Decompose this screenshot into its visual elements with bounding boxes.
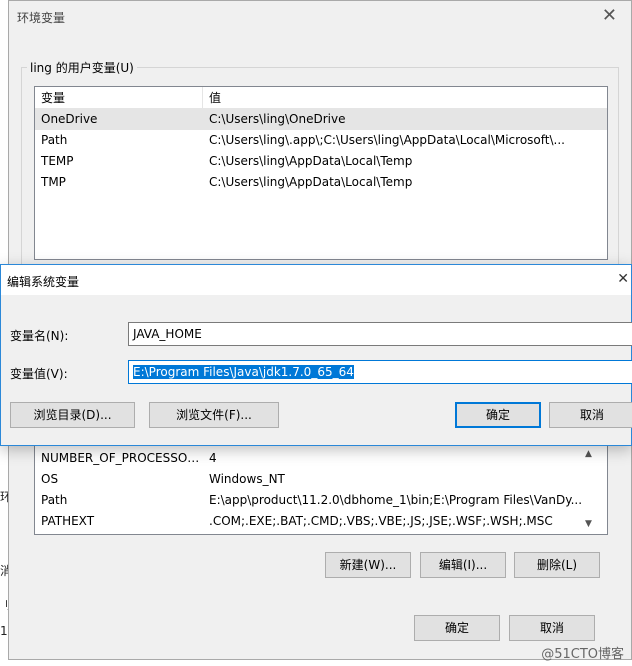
variable-name: NUMBER_OF_PROCESSORS — [41, 451, 203, 465]
variable-value: C:\Users\ling\AppData\Local\Temp — [209, 175, 413, 189]
variable-name: Path — [41, 133, 68, 147]
variable-name: TMP — [41, 175, 66, 189]
variable-value: E:\app\product\11.2.0\dbhome_1\bin;E:\Pr… — [209, 493, 583, 507]
user-variables-list[interactable]: 变量 值 OneDrive C:\Users\ling\OneDrive Pat… — [34, 86, 608, 260]
delete-variable-button[interactable]: 删除(L) — [514, 552, 600, 578]
table-row[interactable]: Path C:\Users\ling\.app\;C:\Users\ling\A… — [35, 130, 607, 151]
watermark: @51CTO博客 — [541, 647, 624, 662]
table-row[interactable]: OS Windows_NT — [35, 469, 607, 490]
column-header-variable[interactable]: 变量 — [35, 87, 203, 108]
cancel-button[interactable]: 取消 — [509, 615, 595, 641]
close-icon[interactable]: ✕ — [617, 271, 629, 287]
user-variables-group-label: ling 的用户变量(U) — [27, 59, 137, 76]
variable-value: 4 — [209, 451, 217, 465]
variable-name-input[interactable]: JAVA_HOME — [128, 322, 632, 346]
table-row[interactable]: TMP C:\Users\ling\AppData\Local\Temp — [35, 172, 607, 193]
ok-button[interactable]: 确定 — [414, 615, 500, 641]
new-variable-button[interactable]: 新建(W)... — [325, 552, 411, 578]
variable-name: PATHEXT — [41, 514, 95, 528]
variable-value: .COM;.EXE;.BAT;.CMD;.VBS;.VBE;.JS;.JSE;.… — [209, 514, 553, 528]
column-header-value[interactable]: 值 — [203, 87, 221, 108]
variable-name: OneDrive — [41, 112, 98, 126]
table-row[interactable]: OneDrive C:\Users\ling\OneDrive — [35, 109, 607, 130]
table-row[interactable]: NUMBER_OF_PROCESSORS 4 — [35, 448, 607, 469]
cancel-button[interactable]: 取消 — [549, 402, 632, 428]
dialog-title: 编辑系统变量 — [7, 275, 80, 289]
edit-variable-button[interactable]: 编辑(I)... — [420, 552, 506, 578]
variable-value: C:\Users\ling\OneDrive — [209, 112, 346, 126]
variable-name: OS — [41, 472, 59, 486]
variable-name-label: 变量名(N): — [10, 329, 69, 343]
browse-file-button[interactable]: 浏览文件(F)... — [149, 402, 279, 428]
table-row[interactable]: Path E:\app\product\11.2.0\dbhome_1\bin;… — [35, 490, 607, 511]
variable-value-input[interactable]: E:\Program Files\Java\jdk1.7.0_65_64 — [128, 360, 632, 384]
system-variables-list[interactable]: NUMBER_OF_PROCESSORS 4 OS Windows_NT Pat… — [34, 445, 608, 535]
variable-value: C:\Users\ling\AppData\Local\Temp — [209, 154, 413, 168]
variable-name: Path — [41, 493, 68, 507]
ok-button[interactable]: 确定 — [455, 402, 541, 428]
table-row[interactable]: TEMP C:\Users\ling\AppData\Local\Temp — [35, 151, 607, 172]
variable-value: Windows_NT — [209, 472, 285, 486]
close-icon[interactable]: ✕ — [602, 5, 617, 26]
variable-value-label: 变量值(V): — [10, 367, 68, 381]
variable-name-input-value: JAVA_HOME — [133, 327, 202, 341]
variable-name: TEMP — [41, 154, 74, 168]
scroll-down-icon[interactable]: ▼ — [585, 519, 592, 529]
scroll-up-icon[interactable]: ▲ — [585, 449, 592, 459]
dialog-title: 环境变量 — [17, 11, 66, 25]
list-header: 变量 值 — [35, 87, 607, 109]
browse-directory-button[interactable]: 浏览目录(D)... — [10, 402, 135, 428]
table-row[interactable]: PATHEXT .COM;.EXE;.BAT;.CMD;.VBS;.VBE;.J… — [35, 511, 607, 532]
variable-value: C:\Users\ling\.app\;C:\Users\ling\AppDat… — [209, 133, 565, 147]
dialog-titlebar[interactable]: 编辑系统变量 ✕ — [1, 265, 631, 295]
variable-value-input-value: E:\Program Files\Java\jdk1.7.0_65_64 — [133, 365, 354, 379]
edit-system-variable-dialog: 编辑系统变量 ✕ 变量名(N): JAVA_HOME 变量值(V): E:\Pr… — [0, 264, 632, 446]
